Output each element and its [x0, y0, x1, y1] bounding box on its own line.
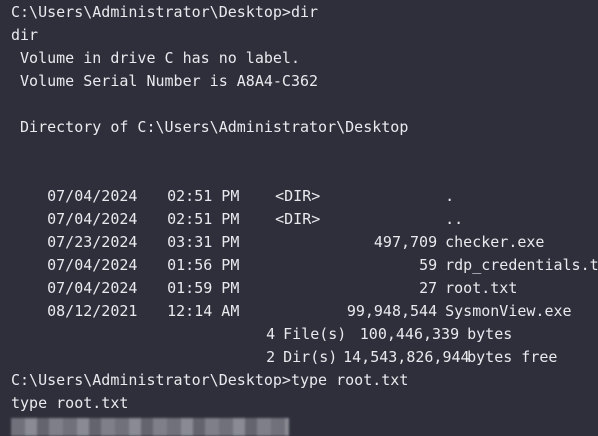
volume-label-text: Volume in drive C has no label.	[11, 49, 300, 67]
entry-size: 497,709	[373, 233, 438, 251]
entry-size: 99,948,544	[346, 302, 438, 320]
summary-bytes: 100,446,339	[359, 325, 460, 343]
dir-listing-row: 07/04/2024 02:51 PM <DIR>.	[11, 162, 598, 205]
terminal-window[interactable]: C:\Users\Administrator\Desktop>dir dir V…	[0, 0, 598, 436]
summary-kind: Dir(s)	[283, 348, 338, 366]
entry-date: 07/04/2024	[47, 210, 138, 228]
command-echo: type root.txt	[11, 394, 129, 412]
directory-of-text: Directory of C:\Users\Administrator\Desk…	[11, 118, 409, 136]
entry-size: 27	[419, 279, 438, 297]
summary-count: 2	[266, 348, 276, 366]
entry-date: 08/12/2021	[47, 302, 138, 320]
entry-date: 07/23/2024	[47, 233, 138, 251]
volume-serial-text: Volume Serial Number is A8A4-C362	[11, 72, 319, 90]
entry-time: 01:59 PM	[167, 279, 240, 297]
redacted-output-blur	[11, 418, 289, 436]
summary-unit: bytes	[467, 325, 513, 343]
entry-name: SysmonView.exe	[445, 302, 572, 320]
entry-time: 12:14 AM	[167, 302, 240, 320]
entry-name: rdp_credentials.txt	[445, 256, 598, 274]
entry-time: 02:51 PM	[167, 210, 240, 228]
command-prompt-line: C:\Users\Administrator\Desktop>dir	[11, 3, 319, 21]
entry-name: root.txt	[445, 279, 518, 297]
entry-date: 07/04/2024	[47, 279, 138, 297]
entry-size: 59	[419, 256, 438, 274]
summary-bytes: 14,543,826,944	[343, 348, 470, 366]
summary-count: 4	[266, 325, 276, 343]
entry-time: 03:31 PM	[167, 233, 240, 251]
entry-time: 01:56 PM	[167, 256, 240, 274]
entry-name: ..	[445, 210, 464, 228]
entry-dir-tag: <DIR>	[275, 187, 321, 205]
command-prompt-line: C:\Users\Administrator\Desktop>type root…	[11, 371, 409, 389]
entry-name: .	[445, 187, 455, 205]
entry-date: 07/04/2024	[47, 256, 138, 274]
summary-unit: bytes free	[467, 348, 558, 366]
command-echo: dir	[11, 26, 39, 44]
entry-name: checker.exe	[445, 233, 545, 251]
entry-date: 07/04/2024	[47, 187, 138, 205]
entry-time: 02:51 PM	[167, 187, 240, 205]
entry-dir-tag: <DIR>	[275, 210, 321, 228]
summary-kind: File(s)	[283, 325, 347, 343]
